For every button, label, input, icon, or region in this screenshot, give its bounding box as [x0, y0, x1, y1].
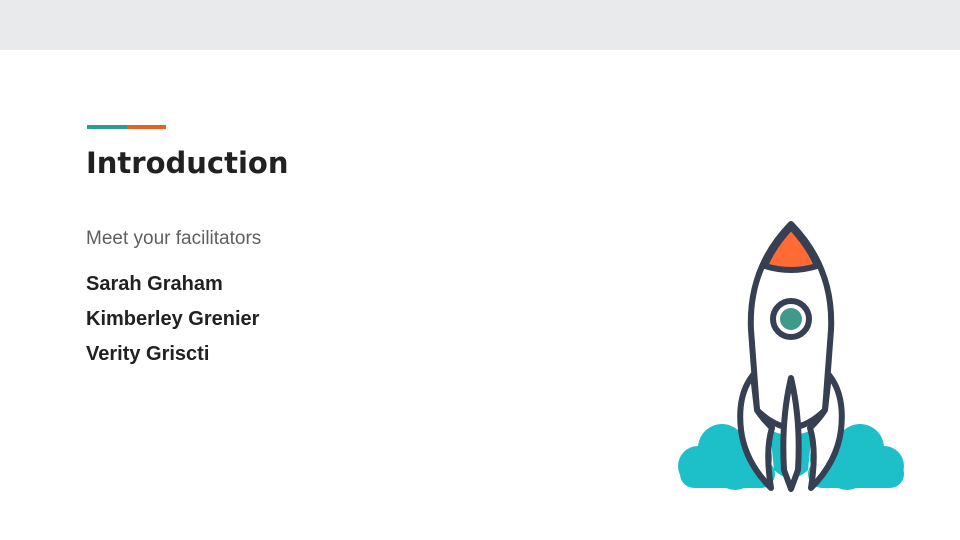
facilitator-name: Sarah Graham	[86, 273, 223, 295]
rocket-launch-icon	[678, 221, 904, 492]
accent-segment-teal	[87, 125, 127, 129]
title-accent-line	[87, 125, 166, 129]
slide-subtitle: Meet your facilitators	[86, 228, 262, 249]
rocket-nose-cone	[762, 224, 820, 273]
facilitator-name: Kimberley Grenier	[86, 308, 260, 330]
facilitator-list: Sarah Graham Kimberley Grenier Verity Gr…	[86, 270, 259, 375]
accent-segment-orange	[127, 125, 166, 129]
facilitator-name: Verity Griscti	[86, 343, 210, 365]
header-band	[0, 0, 960, 50]
rocket-window-glass	[780, 308, 802, 330]
slide-title: Introduction	[86, 146, 289, 180]
rocket-fin-center	[780, 375, 802, 492]
